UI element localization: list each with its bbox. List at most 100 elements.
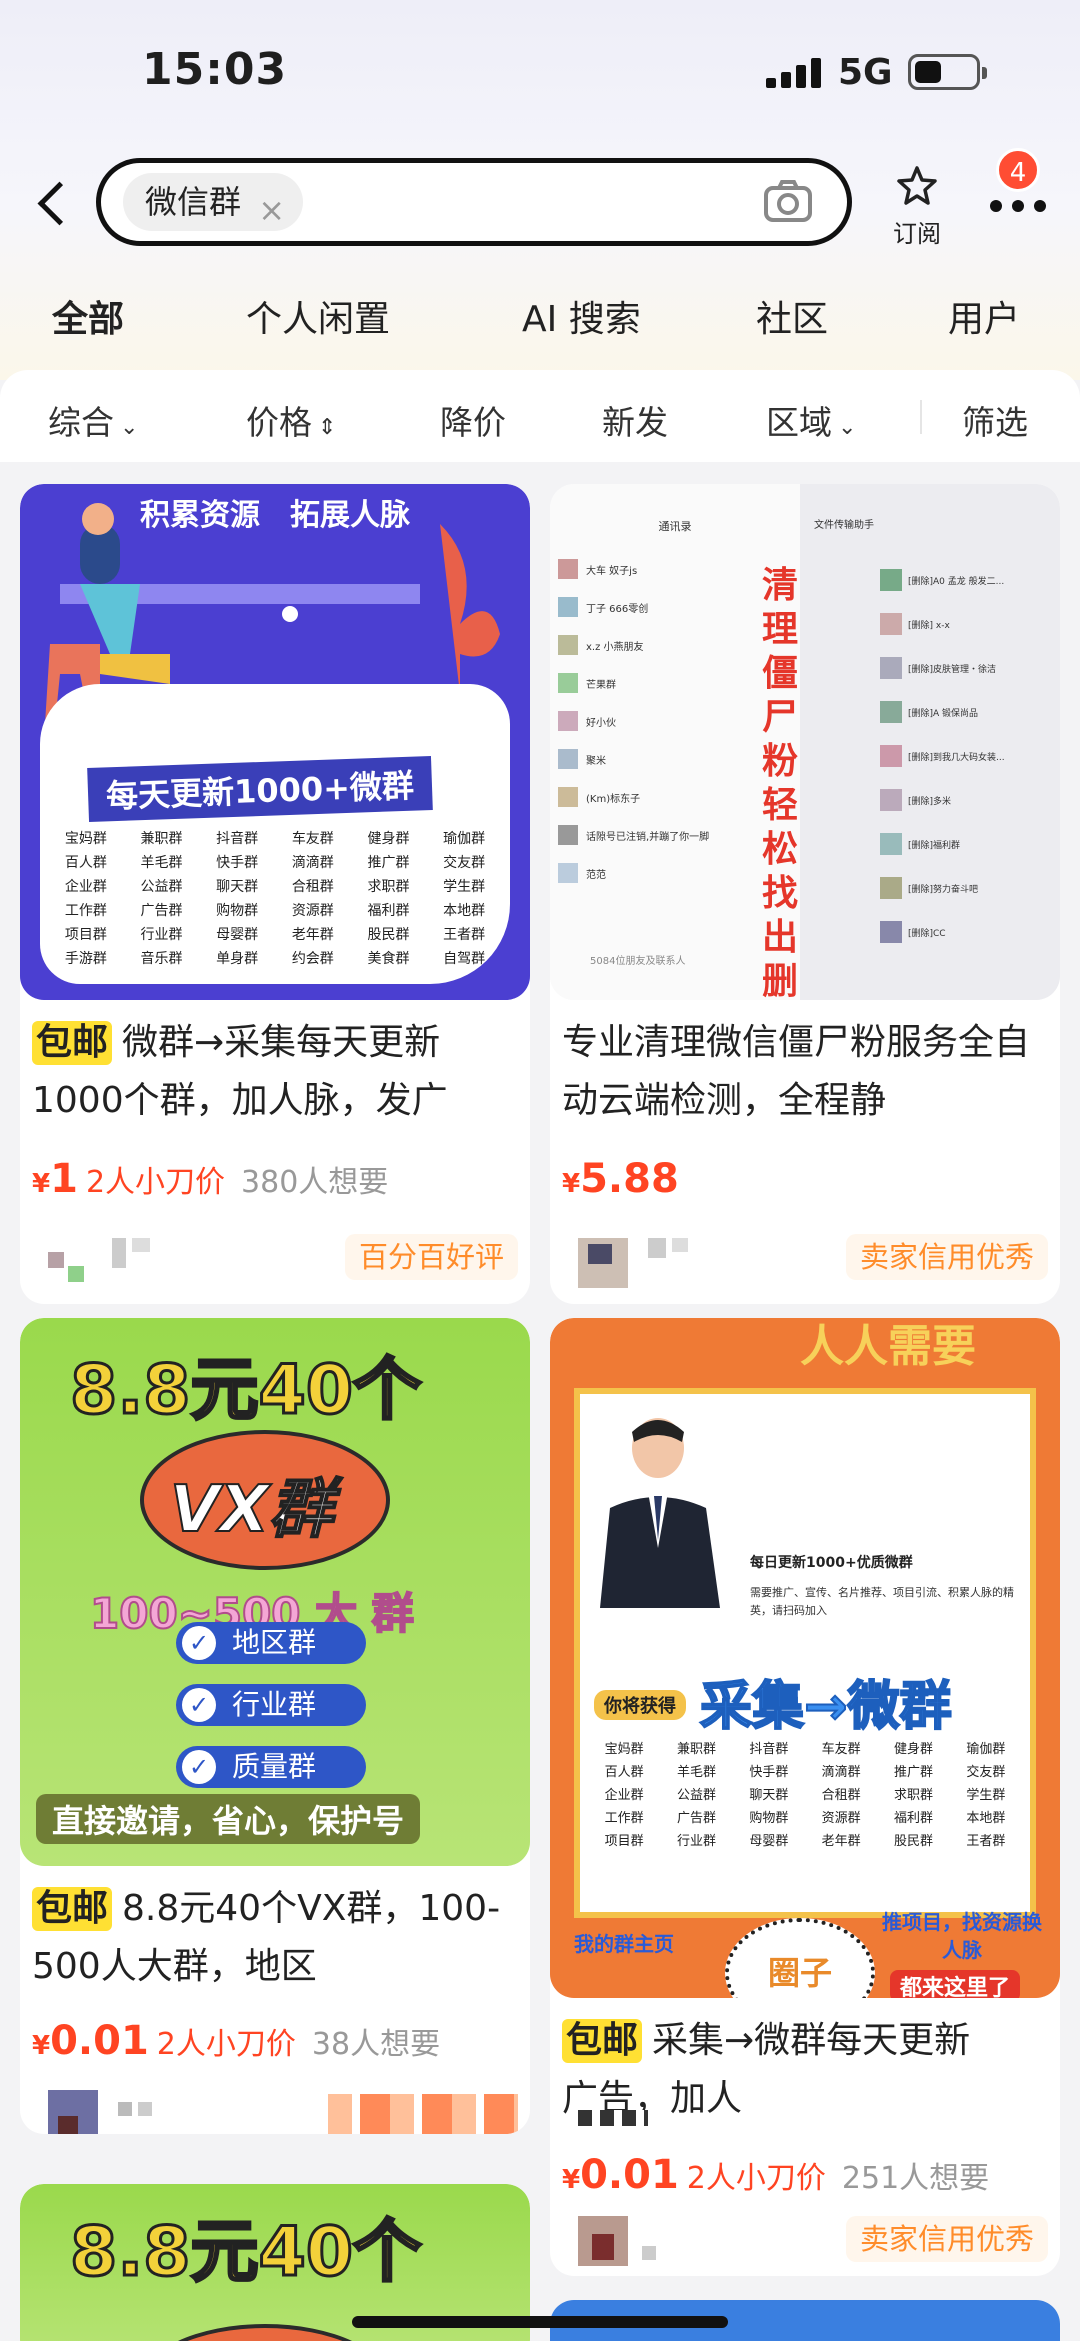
image-word: 合租群 — [291, 879, 334, 895]
bargain-text: 2人小刀价 — [85, 1165, 226, 1200]
image-word: 交友群 — [966, 1765, 1006, 1780]
bargain-text: 2人小刀价 — [156, 2027, 296, 2062]
image-word: 兼职群 — [140, 831, 183, 847]
filter-screen[interactable]: 筛选 — [962, 396, 1028, 444]
image-footer-text: 直接邀请，省心，保护号 — [36, 1794, 421, 1844]
tab-ai-search[interactable]: AI 搜索 — [522, 290, 641, 342]
product-image: 人人需要 每日更新1000+优质微群 需要推广、宣传、名片推荐、项目引流、积累人… — [550, 1318, 1060, 1998]
image-word: 手游群 — [64, 951, 107, 967]
image-word: 车友群 — [291, 831, 334, 847]
image-word: 股民群 — [367, 927, 410, 943]
contact-name: 大车 奴子js — [586, 565, 638, 577]
filter-comprehensive[interactable]: 综合 ⌄ — [48, 396, 138, 444]
contact-name: (Km)标东子 — [586, 793, 641, 805]
image-word: 福利群 — [367, 903, 410, 919]
contact-avatar — [558, 863, 578, 883]
image-word: 车友群 — [821, 1742, 861, 1757]
product-card[interactable]: 8.8元40个 VX群 100~500 大 群 ✓ 地区群 ✓ 行业群 ✓ 质量群 直接邀… — [20, 1318, 530, 2134]
image-word: 老年群 — [821, 1834, 861, 1849]
image-word: 宝妈群 — [604, 1742, 644, 1757]
image-word: 本地群 — [443, 903, 486, 919]
message-thumb — [880, 701, 902, 723]
battery-icon — [908, 54, 987, 90]
filter-price-drop[interactable]: 降价 — [440, 396, 506, 444]
image-word-grid: 宝妈群 兼职群 抖音群 车友群 健身群 瑜伽群 百人群 羊毛群 快手群 滴滴群 推广群 交友群 企业群 公… — [590, 1738, 1020, 1849]
image-word: 美食群 — [367, 951, 410, 967]
image-word: 企业群 — [604, 1788, 644, 1803]
message-row: [删除]A0 孟龙 般发二... — [880, 558, 1050, 602]
product-card[interactable]: 通讯录 大车 奴子js 丁子 666零创 x.z 小燕朋友 芒果群 好小伙 聚米 (Km)标… — [550, 484, 1060, 1304]
message-thumb — [880, 877, 902, 899]
image-word: 学生群 — [443, 879, 486, 895]
status-time: 15:03 — [142, 44, 288, 95]
image-word: 羊毛群 — [676, 1765, 716, 1780]
check-icon: ✓ — [182, 1750, 216, 1784]
image-option-label: 行业群 — [232, 1688, 317, 1721]
tab-community[interactable]: 社区 — [756, 290, 828, 342]
search-input[interactable]: 微信群 × — [96, 158, 852, 246]
tab-personal-idle[interactable]: 个人闲置 — [246, 290, 390, 342]
back-button[interactable] — [32, 178, 72, 228]
price-value: 0.01 — [50, 2018, 149, 2064]
product-image: 8.8元40个 VX群 100~500 大 群 ✓ 地区群 ✓ 行业群 ✓ 质量群 直接邀… — [20, 1318, 530, 1866]
seller-avatar[interactable] — [578, 1238, 698, 1288]
image-word: 聊天群 — [749, 1788, 789, 1803]
image-option-label: 地区群 — [232, 1626, 317, 1659]
want-count: 251人想要 — [841, 2161, 990, 2196]
image-word: 聊天群 — [216, 879, 259, 895]
image-word: 抖音群 — [216, 831, 259, 847]
clear-chip-icon[interactable]: × — [258, 181, 285, 239]
contact-name: x.z 小燕朋友 — [586, 641, 644, 653]
image-right-bottom: 都来这里了 — [890, 1970, 1021, 1998]
image-word: 自驾群 — [443, 951, 486, 967]
seller-avatar[interactable] — [48, 1238, 168, 1288]
contact-avatar — [558, 673, 578, 693]
search-query-chip[interactable]: 微信群 × — [123, 173, 304, 231]
check-icon: ✓ — [182, 1688, 216, 1722]
tab-all[interactable]: 全部 — [52, 290, 125, 342]
image-word: 购物群 — [216, 903, 259, 919]
image-word: 公益群 — [140, 879, 183, 895]
free-shipping-tag: 包邮 — [562, 2019, 643, 2063]
contact-avatar — [558, 597, 578, 617]
image-word: 工作群 — [64, 903, 107, 919]
filter-new[interactable]: 新发 — [602, 396, 668, 444]
camera-icon[interactable] — [763, 179, 813, 223]
contact-name: 聚米 — [586, 755, 606, 767]
image-word: 本地群 — [966, 1811, 1006, 1826]
image-option-list: ✓ 地区群 ✓ 行业群 ✓ 质量群 — [176, 1622, 366, 1808]
image-word: 资源群 — [821, 1811, 861, 1826]
product-image: 积累资源 拓展人脉 每天更新1000+微群 宝妈群 兼职群 抖音群 车友群 健身群 瑜伽群… — [20, 484, 530, 1000]
image-description: 需要推广、宣传、名片推荐、项目引流、积累人脉的精英，请扫码加入 — [750, 1586, 1014, 1617]
message-text: [删除] x-x — [908, 620, 950, 631]
contact-avatar — [558, 635, 578, 655]
message-thumb — [880, 569, 902, 591]
image-word: 项目群 — [64, 927, 107, 943]
message-text: [删除]A0 孟龙 般发二... — [908, 576, 1005, 587]
subscribe-label: 订阅 — [893, 220, 941, 248]
image-word: 音乐群 — [140, 951, 183, 967]
product-card[interactable]: 人人需要 每日更新1000+优质微群 需要推广、宣传、名片推荐、项目引流、积累人… — [550, 1318, 1060, 2276]
currency-symbol: ¥ — [32, 1169, 51, 1199]
message-text: [删除]多米 — [908, 796, 952, 807]
seller-badge: 卖家信用优秀 — [845, 2216, 1048, 2262]
currency-symbol: ¥ — [562, 2165, 581, 2195]
filter-price[interactable]: 价格 ⇕ — [246, 396, 336, 444]
price-value: 5.88 — [580, 1156, 679, 1202]
image-word: 约会群 — [291, 951, 334, 967]
message-text: [删除]福利群 — [908, 840, 961, 851]
message-thumb — [880, 745, 902, 767]
image-word: 合租群 — [821, 1788, 861, 1803]
product-card[interactable]: 积累资源 拓展人脉 每天更新1000+微群 宝妈群 兼职群 抖音群 车友群 健身群 瑜伽群… — [20, 484, 530, 1304]
filter-region[interactable]: 区域 ⌄ — [766, 396, 856, 444]
subscribe-button[interactable]: 订阅 — [884, 164, 950, 248]
image-top-text: 人人需要 — [800, 1321, 976, 1372]
seller-avatar[interactable] — [578, 2216, 698, 2266]
image-word: 王者群 — [443, 927, 486, 943]
message-row: [删除]到我几大码女装... — [880, 734, 1050, 778]
price-row: ¥0.01 2人小刀价 38人想要 — [32, 2018, 440, 2064]
seller-avatar[interactable] — [48, 2090, 168, 2134]
file-helper-screenshot: 文件传输助手 [删除]A0 孟龙 般发二... [删除] x-x [删除]皮肤管理・… — [800, 484, 1060, 1000]
tab-users[interactable]: 用户 — [948, 290, 1020, 342]
more-button[interactable] — [990, 190, 1048, 218]
